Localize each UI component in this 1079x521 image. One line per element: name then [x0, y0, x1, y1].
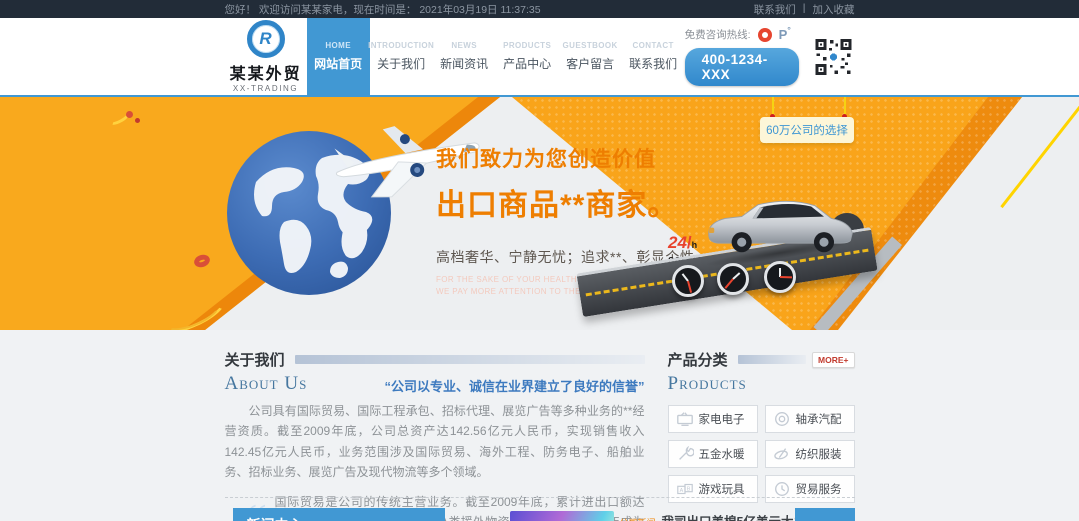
hero-title-line2: 出口商品**商家。 — [436, 180, 736, 224]
nav-en-label: GUESTBOOK — [563, 41, 618, 50]
nav-en-label: NEWS — [451, 41, 477, 50]
about-paragraph-1: 公司具有国际贸易、国际工程承包、招标代理、展览广告等多种业务的**经营资质。截至… — [225, 401, 645, 483]
category-textile-apparel[interactable]: 纺织服装 — [765, 440, 855, 468]
category-appliances[interactable]: 家电电子 — [668, 405, 758, 433]
news-thumbnail[interactable] — [510, 511, 614, 521]
logo-name: 某某外贸 — [230, 60, 302, 84]
products-section: 产品分类 MORE+ Products 家电电子 轴承汽配 — [668, 349, 855, 497]
main-content: 关于我们 About Us “公司以专业、诚信在业界建立了良好的信誉” 公司具有… — [225, 330, 855, 497]
hotline-block: 免费咨询热线: P 400-1234-XXX — [685, 18, 800, 95]
paint-splash-deco — [108, 109, 142, 131]
weibo-icon[interactable] — [758, 28, 772, 42]
nav-zh-label: 客户留言 — [566, 55, 614, 72]
logo-subtitle: XX-TRADING — [233, 84, 298, 93]
nav-en-label: CONTACT — [632, 41, 673, 50]
textile-icon — [773, 446, 791, 462]
nav-en-label: HOME — [325, 41, 351, 50]
nav-item-contact[interactable]: CONTACT 联系我们 — [622, 18, 685, 95]
service-number: 24 — [668, 233, 687, 252]
category-label: 轴承汽配 — [796, 411, 842, 427]
hanging-sign-badge: 60万公司的选择 — [760, 117, 854, 143]
category-label: 五金水暖 — [699, 446, 745, 462]
nav-zh-label: 新闻资讯 — [440, 55, 488, 72]
qr-code — [813, 34, 854, 80]
hardware-icon — [676, 446, 694, 462]
section-gradient-bar — [738, 355, 807, 364]
logo[interactable]: R 某某外贸 XX-TRADING — [225, 18, 307, 95]
product-category-grid: 家电电子 轴承汽配 五金水暖 — [668, 405, 855, 503]
hero-title-line1: 我们致力为您创造价值 — [436, 143, 736, 173]
hero-yellow-line-deco — [1000, 104, 1079, 208]
topbar-separator: | — [803, 2, 806, 17]
nav-zh-label: 产品中心 — [503, 55, 551, 72]
category-label: 贸易服务 — [796, 481, 842, 497]
topbar-contact-link[interactable]: 联系我们 — [754, 2, 796, 17]
svg-text:B: B — [686, 486, 690, 492]
news-center-tab[interactable]: 新闻中心 — [233, 508, 445, 521]
logo-r-icon: R — [247, 20, 285, 58]
right-section-tab[interactable] — [795, 508, 855, 521]
nav-en-label: INTRODUCTION — [368, 41, 434, 50]
topbar: 您好！ 欢迎访问某某家电，现在时间是： 2021年03月19日 11:37:35… — [0, 0, 1079, 18]
news-headline: 我司出口美棉5亿美元大关 — [662, 511, 806, 521]
svg-text:A: A — [679, 488, 683, 494]
products-title: 产品分类 — [668, 349, 728, 370]
nav-en-label: PRODUCTS — [503, 41, 551, 50]
news-center-title: 新闻中心 — [247, 517, 303, 521]
hero-banner: 我们致力为您创造价值 出口商品**商家。 高档奢华、宁静无忧；追求**、彰显个性… — [0, 97, 1079, 330]
clock-icon — [764, 261, 796, 293]
service-unit: h — [692, 240, 698, 250]
site-header: R 某某外贸 XX-TRADING HOME 网站首页 INTRODUCTION… — [0, 18, 1079, 97]
main-nav: HOME 网站首页 INTRODUCTION 关于我们 NEWS 新闻资讯 PR… — [307, 18, 685, 95]
social-p-icon[interactable]: P — [779, 27, 788, 42]
about-section: 关于我们 About Us “公司以专业、诚信在业界建立了良好的信誉” 公司具有… — [225, 349, 645, 497]
nav-zh-label: 网站首页 — [314, 55, 362, 72]
category-label: 家电电子 — [699, 411, 745, 427]
about-title: 关于我们 — [225, 349, 285, 370]
bearing-icon — [773, 411, 791, 427]
clock-icon — [672, 265, 704, 297]
category-bearings-auto[interactable]: 轴承汽配 — [765, 405, 855, 433]
toy-blocks-icon: AB — [676, 481, 694, 497]
category-hardware-plumbing[interactable]: 五金水暖 — [668, 440, 758, 468]
nav-zh-label: 关于我们 — [377, 55, 425, 72]
news-band: 新闻中心 公司新闻 我司出口美棉5亿美元大关 — [225, 497, 855, 521]
nav-item-introduction[interactable]: INTRODUCTION 关于我们 — [370, 18, 433, 95]
news-item[interactable]: 公司新闻 我司出口美棉5亿美元大关 — [620, 511, 806, 521]
sign-text: 60万公司的选择 — [766, 122, 848, 138]
nav-item-guestbook[interactable]: GUESTBOOK 客户留言 — [559, 18, 622, 95]
welcome-text: 您好！ 欢迎访问某某家电，现在时间是： 2021年03月19日 11:37:35 — [225, 2, 541, 17]
nav-item-home[interactable]: HOME 网站首页 — [307, 18, 370, 95]
products-title-en: Products — [668, 373, 747, 395]
hotline-phone: 400-1234-XXX — [685, 48, 800, 86]
topbar-favorite-link[interactable]: 加入收藏 — [813, 2, 855, 17]
category-label: 纺织服装 — [796, 446, 842, 462]
nav-item-news[interactable]: NEWS 新闻资讯 — [433, 18, 496, 95]
hotline-label: 免费咨询热线: — [685, 27, 751, 42]
trade-clock-icon — [773, 481, 791, 497]
news-category: 公司新闻 — [620, 516, 656, 521]
section-gradient-bar — [295, 355, 645, 364]
category-label: 游戏玩具 — [699, 481, 745, 497]
about-title-en: About Us — [225, 373, 308, 395]
nav-item-products[interactable]: PRODUCTS 产品中心 — [496, 18, 559, 95]
car-icon — [700, 191, 862, 255]
about-quote: “公司以专业、诚信在业界建立了良好的信誉” — [384, 376, 644, 395]
nav-zh-label: 联系我们 — [629, 55, 677, 72]
tv-icon — [676, 411, 694, 427]
products-more-button[interactable]: MORE+ — [812, 352, 854, 368]
page: 您好！ 欢迎访问某某家电，现在时间是： 2021年03月19日 11:37:35… — [0, 0, 1079, 521]
